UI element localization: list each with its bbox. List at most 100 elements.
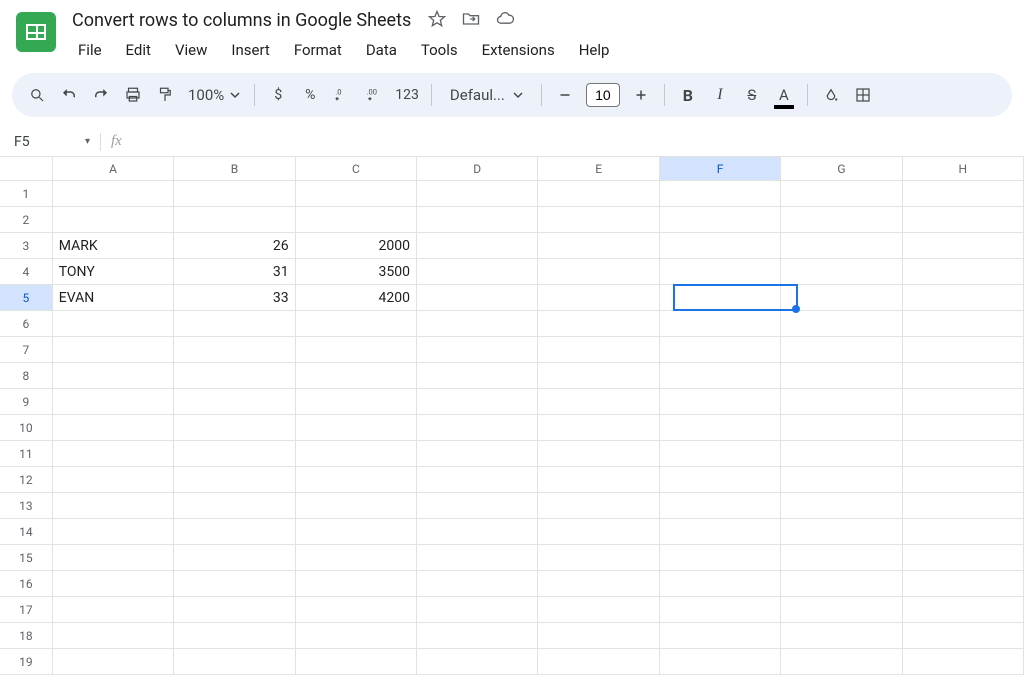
cell[interactable] [781, 467, 902, 493]
cell[interactable] [781, 285, 902, 311]
cell[interactable] [781, 259, 902, 285]
row-header[interactable]: 19 [0, 649, 53, 675]
cell[interactable] [538, 441, 659, 467]
cell[interactable] [174, 467, 295, 493]
cell[interactable] [53, 441, 174, 467]
increase-decimal-button[interactable]: .00 [359, 80, 389, 110]
borders-button[interactable] [848, 80, 878, 110]
cell[interactable] [417, 311, 538, 337]
cell[interactable] [538, 545, 659, 571]
cell[interactable] [174, 597, 295, 623]
cell[interactable] [903, 415, 1024, 441]
cell[interactable] [417, 389, 538, 415]
cell[interactable] [296, 493, 417, 519]
cell[interactable] [296, 207, 417, 233]
cell[interactable] [417, 649, 538, 675]
percent-format-button[interactable]: % [295, 80, 325, 110]
cell[interactable] [174, 649, 295, 675]
cell[interactable] [903, 207, 1024, 233]
row-header[interactable]: 11 [0, 441, 53, 467]
font-family-select[interactable]: Defaul... [440, 86, 533, 104]
column-header[interactable]: F [660, 157, 781, 180]
cell[interactable] [781, 597, 902, 623]
sheets-logo-icon[interactable] [16, 12, 56, 52]
cell[interactable] [174, 571, 295, 597]
cell[interactable] [903, 467, 1024, 493]
cell[interactable]: MARK [53, 233, 174, 259]
cell[interactable] [903, 311, 1024, 337]
cell[interactable] [174, 311, 295, 337]
cell[interactable] [781, 519, 902, 545]
cell[interactable] [538, 415, 659, 441]
cell[interactable]: 33 [174, 285, 295, 311]
cell[interactable] [296, 389, 417, 415]
cell[interactable] [417, 493, 538, 519]
cell[interactable] [660, 259, 781, 285]
cell[interactable] [53, 363, 174, 389]
cell[interactable] [903, 571, 1024, 597]
cell[interactable]: 3500 [296, 259, 417, 285]
cell[interactable] [53, 545, 174, 571]
move-to-folder-icon[interactable] [461, 9, 481, 33]
cell[interactable] [174, 441, 295, 467]
cell[interactable] [660, 363, 781, 389]
cell[interactable] [538, 207, 659, 233]
row-header[interactable]: 16 [0, 571, 53, 597]
cell[interactable] [53, 389, 174, 415]
italic-button[interactable]: I [705, 80, 735, 110]
cell[interactable] [903, 597, 1024, 623]
cell[interactable] [781, 389, 902, 415]
cell[interactable] [538, 337, 659, 363]
cell[interactable] [417, 363, 538, 389]
menu-insert[interactable]: Insert [221, 37, 279, 63]
cell[interactable] [53, 311, 174, 337]
cell[interactable] [538, 649, 659, 675]
cell[interactable] [417, 233, 538, 259]
cell[interactable] [296, 649, 417, 675]
cell[interactable]: 4200 [296, 285, 417, 311]
cell[interactable] [296, 467, 417, 493]
cell[interactable] [660, 467, 781, 493]
cell[interactable] [903, 623, 1024, 649]
row-header[interactable]: 4 [0, 259, 53, 285]
cell[interactable] [903, 519, 1024, 545]
cell[interactable] [660, 181, 781, 207]
cell[interactable] [174, 181, 295, 207]
cell[interactable] [417, 545, 538, 571]
cell[interactable] [174, 363, 295, 389]
cell[interactable] [417, 519, 538, 545]
row-header[interactable]: 10 [0, 415, 53, 441]
cell[interactable] [53, 207, 174, 233]
document-title[interactable]: Convert rows to columns in Google Sheets [68, 8, 415, 33]
cell[interactable] [296, 519, 417, 545]
row-header[interactable]: 13 [0, 493, 53, 519]
row-header[interactable]: 3 [0, 233, 53, 259]
cell[interactable] [53, 597, 174, 623]
cell[interactable] [417, 259, 538, 285]
cell[interactable] [296, 623, 417, 649]
row-header[interactable]: 15 [0, 545, 53, 571]
column-header[interactable]: G [781, 157, 902, 180]
cell[interactable] [660, 623, 781, 649]
cell[interactable] [903, 363, 1024, 389]
cell[interactable] [781, 337, 902, 363]
row-header[interactable]: 7 [0, 337, 53, 363]
row-header[interactable]: 9 [0, 389, 53, 415]
cell[interactable] [781, 363, 902, 389]
cell[interactable] [538, 389, 659, 415]
cloud-status-icon[interactable] [495, 9, 515, 33]
cell[interactable] [538, 311, 659, 337]
cell[interactable] [174, 415, 295, 441]
cell[interactable] [781, 649, 902, 675]
row-header[interactable]: 18 [0, 623, 53, 649]
row-header[interactable]: 17 [0, 597, 53, 623]
cell[interactable] [417, 337, 538, 363]
decrease-font-size-button[interactable] [550, 80, 580, 110]
cell[interactable] [296, 337, 417, 363]
cell[interactable] [417, 441, 538, 467]
cell[interactable] [296, 311, 417, 337]
cell[interactable] [781, 493, 902, 519]
cell[interactable] [417, 415, 538, 441]
number-format-button[interactable]: 123 [391, 80, 423, 110]
currency-format-button[interactable]: $ [263, 80, 293, 110]
